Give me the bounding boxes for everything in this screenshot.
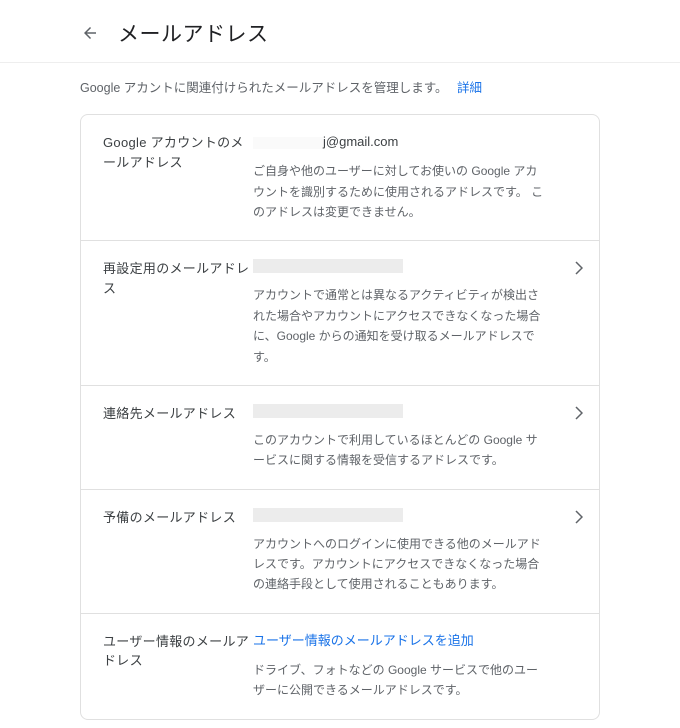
chevron-right-icon — [575, 406, 583, 420]
page-title: メールアドレス — [118, 18, 269, 48]
section-contact-email[interactable]: 連絡先メールアドレス このアカウントで利用しているほとんどの Google サー… — [81, 385, 599, 489]
section-description: ご自身や他のユーザーに対してお使いの Google アカウントを識別するために使… — [253, 161, 549, 222]
section-description: アカウントで通常とは異なるアクティビティが検出された場合やアカウントにアクセスで… — [253, 285, 549, 367]
redacted-value — [253, 508, 403, 522]
page-subtitle: Google アカントに関連付けられたメールアドレスを管理します。 詳細 — [0, 63, 680, 114]
section-label: ユーザー情報のメールアドレス — [103, 632, 253, 701]
desc-plain: ご自身や他のユーザーに対してお使いの Google アカウントを識別するために使… — [253, 164, 537, 198]
redacted-value — [253, 259, 403, 273]
redacted-value — [253, 404, 403, 418]
section-description: アカウントへのログインに使用できる他のメールアドレスです。アカウントにアクセスで… — [253, 534, 549, 595]
section-about-email: ユーザー情報のメールアドレス ユーザー情報のメールアドレスを追加 ドライブ、フォ… — [81, 613, 599, 719]
back-icon[interactable] — [80, 23, 100, 43]
chevron-right-icon — [575, 510, 583, 524]
section-recovery-email[interactable]: 再設定用のメールアドレス アカウントで通常とは異なるアクティビティが検出された場… — [81, 240, 599, 385]
section-label: 予備のメールアドレス — [103, 508, 253, 595]
section-label: 連絡先メールアドレス — [103, 404, 253, 471]
section-description: ドライブ、フォトなどの Google サービスで他のユーザーに公開できるメールア… — [253, 660, 549, 701]
subtitle-text: Google アカントに関連付けられたメールアドレスを管理します。 — [80, 81, 448, 95]
redacted-area — [253, 137, 323, 149]
add-about-email-link[interactable]: ユーザー情報のメールアドレスを追加 — [253, 632, 549, 650]
section-account-email: Google アカウントのメールアドレス j@gmail.com ご自身や他のユ… — [81, 115, 599, 240]
chevron-right-icon — [575, 261, 583, 275]
email-sections-card: Google アカウントのメールアドレス j@gmail.com ご自身や他のユ… — [80, 114, 600, 720]
section-label: Google アカウントのメールアドレス — [103, 133, 253, 222]
section-backup-email[interactable]: 予備のメールアドレス アカウントへのログインに使用できる他のメールアドレスです。… — [81, 489, 599, 613]
account-email-value: j@gmail.com — [253, 133, 549, 151]
account-email-suffix: j@gmail.com — [323, 134, 398, 149]
section-label: 再設定用のメールアドレス — [103, 259, 253, 367]
subtitle-link[interactable]: 詳細 — [457, 81, 482, 95]
section-description: このアカウントで利用しているほとんどの Google サービスに関する情報を受信… — [253, 430, 549, 471]
